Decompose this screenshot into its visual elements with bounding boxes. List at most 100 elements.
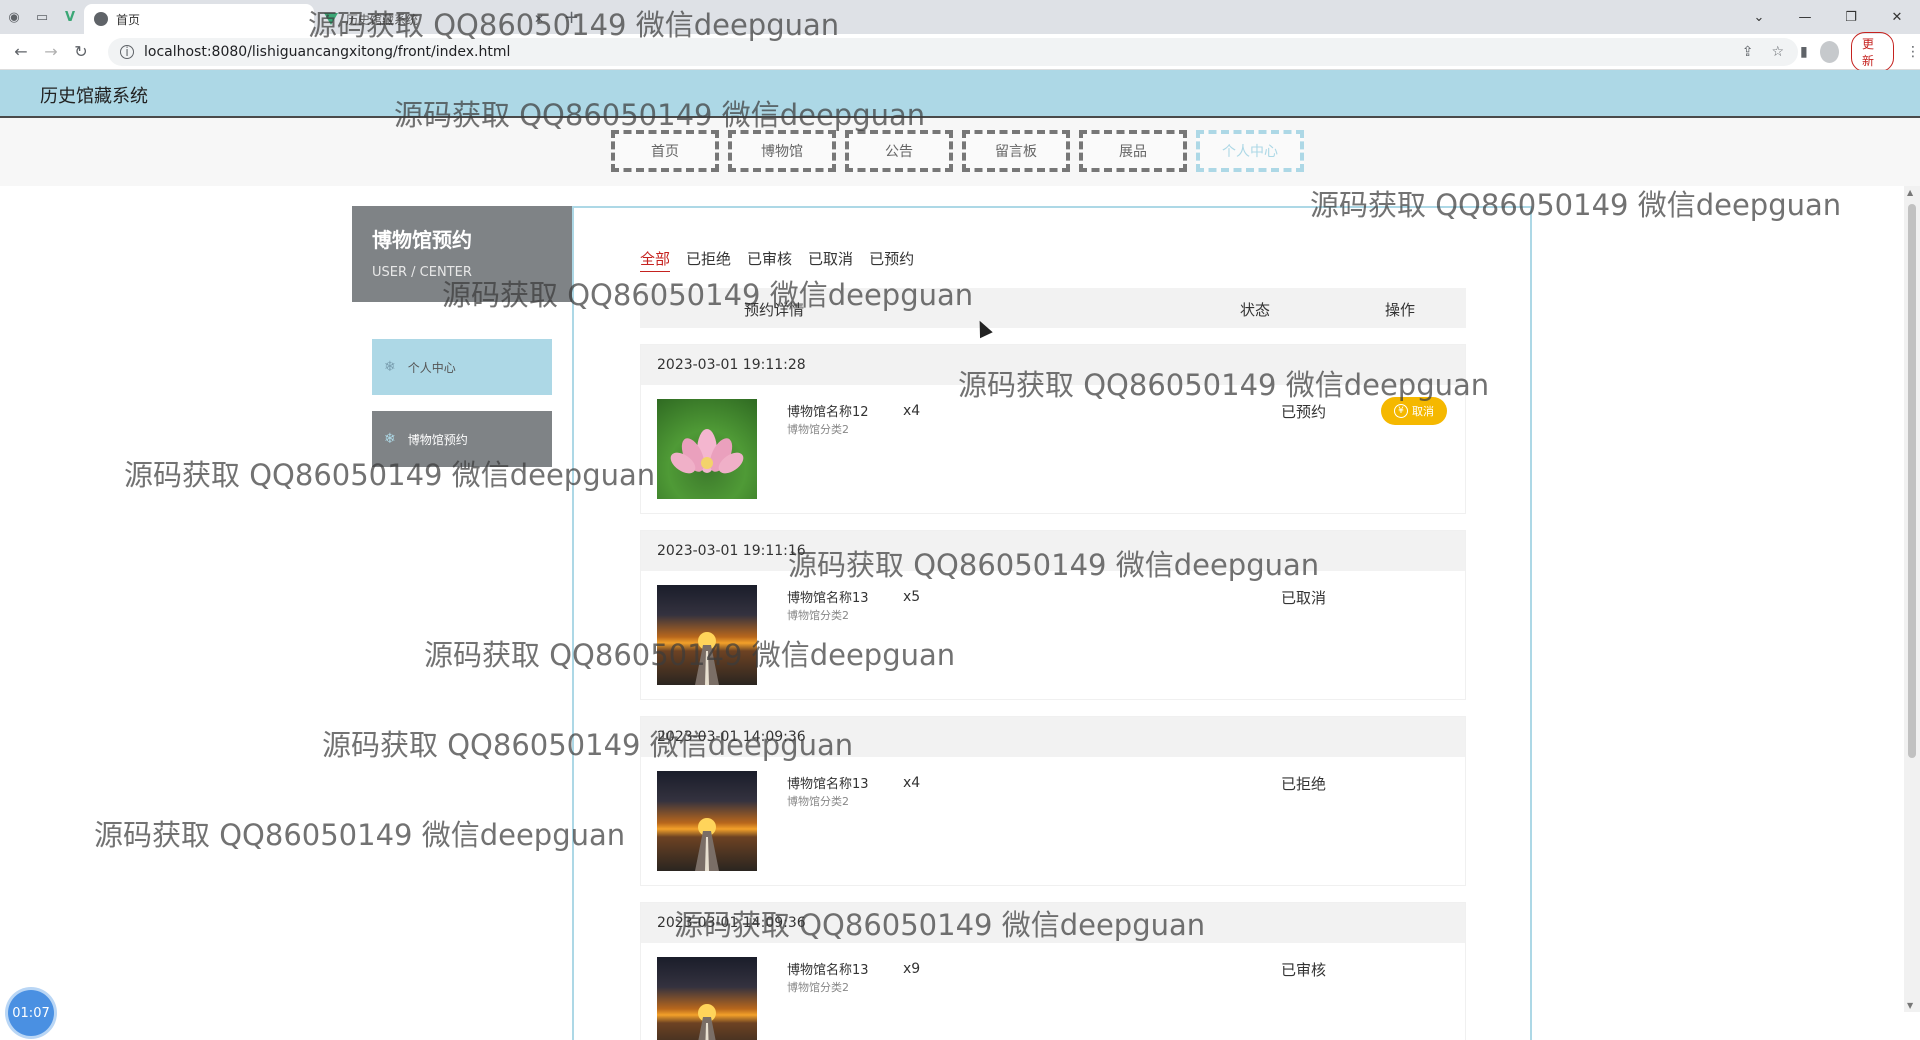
sidebar-item-museum-booking[interactable]: ❄ 博物馆预约 [372, 411, 552, 467]
window-controls: ⌄ — ❐ ✕ [1736, 0, 1920, 34]
tab-thumbnail-icon[interactable]: ▭ [28, 0, 56, 34]
side-panel-icon[interactable]: ▮ [1800, 44, 1808, 60]
sunset-road-image [695, 818, 719, 871]
museum-category: 博物馆分类2 [787, 609, 849, 622]
main-nav: 首页 博物馆 公告 留言板 展品 个人中心 [0, 118, 1920, 186]
filter-booked[interactable]: 已预约 [869, 248, 914, 272]
column-header-action: 操作 [1385, 301, 1416, 319]
globe-icon[interactable]: ◉ [0, 0, 28, 34]
scroll-thumb[interactable] [1908, 204, 1916, 758]
booking-quantity: x4 [903, 775, 921, 791]
museum-category: 博物馆分类2 [787, 795, 849, 808]
booking-row: 2023-03-01 19:11:28 博物馆名称12 博物馆分类2 x4 已预… [640, 344, 1466, 514]
menu-icon[interactable]: ⋮ [1906, 44, 1920, 60]
booking-quantity: x4 [903, 403, 921, 419]
sunset-road-image [698, 1004, 716, 1040]
scroll-down-icon[interactable]: ▼ [1907, 1001, 1913, 1010]
booking-status: 已拒绝 [1281, 775, 1327, 793]
status-filter-tabs: 全部 已拒绝 已审核 已取消 已预约 [640, 248, 914, 272]
recording-timer[interactable]: 01:07 [8, 990, 54, 1036]
globe-icon [94, 12, 108, 26]
avatar[interactable] [1819, 40, 1839, 63]
forward-button[interactable]: → [36, 42, 66, 61]
scroll-up-icon[interactable]: ▲ [1907, 188, 1913, 197]
tab-title: 首页 [116, 12, 141, 27]
booking-status: 已审核 [1281, 961, 1327, 979]
museum-image[interactable] [657, 585, 757, 685]
browser-toolbar: ← → ↻ i localhost:8080/lishiguancangxito… [0, 31, 1920, 72]
browser-tab-home[interactable]: 首页 [84, 4, 314, 34]
filter-approved[interactable]: 已审核 [747, 248, 792, 272]
back-button[interactable]: ← [6, 42, 36, 61]
museum-category: 博物馆分类2 [787, 423, 849, 436]
filter-rejected[interactable]: 已拒绝 [686, 248, 731, 272]
info-icon[interactable]: i [120, 44, 134, 59]
lotus-image [670, 429, 744, 474]
reload-button[interactable]: ↻ [66, 42, 96, 61]
restore-button[interactable]: ❐ [1828, 0, 1874, 34]
close-window-button[interactable]: ✕ [1874, 0, 1920, 34]
booking-content-panel: 全部 已拒绝 已审核 已取消 已预约 预约详情 状态 操作 2023-03-01… [572, 206, 1532, 1040]
update-button[interactable]: 更新 [1850, 31, 1894, 72]
share-icon[interactable]: ⇪ [1742, 44, 1754, 60]
vue-icon [324, 13, 338, 25]
sidebar-item-label: 博物馆预约 [407, 432, 468, 447]
sidebar-item-label: 个人中心 [407, 360, 456, 375]
filter-all[interactable]: 全部 [640, 248, 671, 272]
museum-image[interactable] [657, 771, 757, 871]
site-title: 历史馆藏系统 [40, 86, 148, 107]
booking-status: 已取消 [1281, 589, 1327, 607]
address-bar[interactable]: i localhost:8080/lishiguancangxitong/fro… [108, 37, 1798, 66]
snowflake-icon: ❄ [384, 431, 396, 447]
museum-name[interactable]: 博物馆名称13 [787, 587, 869, 606]
booking-row: 2023-03-01 14:09:36 博物馆名称13 博物馆分类2 x9 已审… [640, 902, 1466, 1040]
url-text: localhost:8080/lishiguancangxitong/front… [144, 43, 511, 60]
new-tab-button[interactable]: + [564, 7, 579, 28]
booking-quantity: x5 [903, 589, 921, 605]
booking-quantity: x9 [903, 961, 921, 977]
museum-image[interactable] [657, 957, 757, 1040]
museum-category: 博物馆分类2 [787, 981, 849, 994]
museum-image[interactable] [657, 399, 757, 499]
booking-time: 2023-03-01 14:09:36 [641, 903, 1465, 943]
booking-row: 2023-03-01 14:09:36 博物馆名称13 博物馆分类2 x4 已拒… [640, 716, 1466, 886]
museum-name[interactable]: 博物馆名称13 [787, 773, 869, 792]
tab-title: 历史馆藏系统 [346, 12, 419, 27]
booking-time: 2023-03-01 14:09:36 [641, 717, 1465, 757]
snowflake-icon: ❄ [384, 359, 396, 375]
watermark: 源码获取 QQ86050149 微信deepguan [94, 818, 626, 852]
sidebar-subtitle: USER / CENTER [372, 265, 472, 280]
browser-tab-system[interactable]: 历史馆藏系统 ✕ [314, 4, 554, 34]
filter-cancelled[interactable]: 已取消 [808, 248, 853, 272]
museum-name[interactable]: 博物馆名称12 [787, 401, 869, 420]
browser-tab-bar: ◉ ▭ V 首页 历史馆藏系统 ✕ + ⌄ — ❐ ✕ [0, 0, 1920, 34]
sunset-road-image [695, 632, 719, 685]
booking-row: 2023-03-01 19:11:16 博物馆名称13 博物馆分类2 x5 已取… [640, 530, 1466, 700]
booking-time: 2023-03-01 19:11:28 [641, 345, 1465, 385]
page-scrollbar[interactable]: ▲ ▼ [1904, 186, 1920, 1012]
nav-exhibits[interactable]: 展品 [1079, 130, 1187, 172]
table-header: 预约详情 状态 操作 [640, 288, 1466, 328]
sidebar-header: 博物馆预约 USER / CENTER [352, 206, 572, 302]
nav-home[interactable]: 首页 [611, 130, 719, 172]
cancel-label: 取消 [1412, 405, 1434, 418]
sidebar-title: 博物馆预约 [372, 228, 472, 252]
minimize-button[interactable]: — [1782, 0, 1828, 34]
museum-name[interactable]: 博物馆名称13 [787, 959, 869, 978]
yen-icon: ¥ [1394, 404, 1408, 418]
column-header-detail: 预约详情 [744, 301, 805, 319]
site-header: 历史馆藏系统 [0, 70, 1920, 118]
close-icon[interactable]: ✕ [534, 12, 544, 26]
booking-time: 2023-03-01 19:11:16 [641, 531, 1465, 571]
star-icon[interactable]: ☆ [1771, 44, 1784, 60]
cancel-booking-button[interactable]: ¥ 取消 [1381, 397, 1447, 425]
nav-message-board[interactable]: 留言板 [962, 130, 1070, 172]
sidebar-item-user-center[interactable]: ❄ 个人中心 [372, 339, 552, 395]
booking-status: 已预约 [1281, 403, 1327, 421]
column-header-status: 状态 [1240, 301, 1271, 319]
nav-user-center[interactable]: 个人中心 [1196, 130, 1304, 172]
nav-museum[interactable]: 博物馆 [728, 130, 836, 172]
nav-notice[interactable]: 公告 [845, 130, 953, 172]
vue-icon[interactable]: V [56, 0, 84, 34]
chevron-down-icon[interactable]: ⌄ [1736, 0, 1782, 34]
